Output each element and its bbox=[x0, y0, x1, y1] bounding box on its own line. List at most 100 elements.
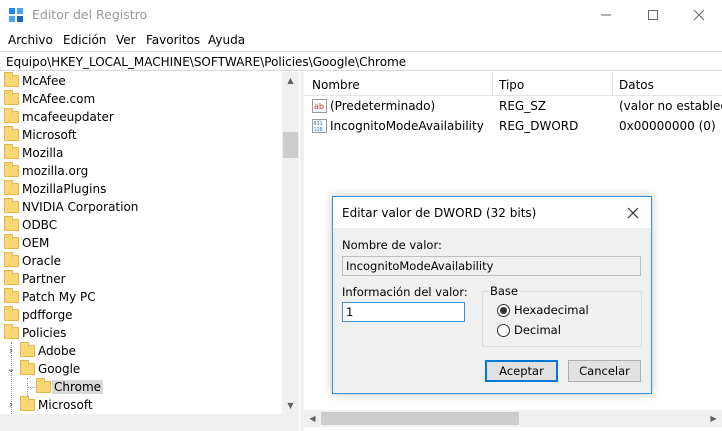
base-group-title: Base bbox=[488, 284, 521, 298]
table-row[interactable]: ab (Predeterminado) REG_SZ (valor no est… bbox=[304, 97, 722, 116]
value-name-label: Nombre de valor: bbox=[342, 238, 442, 252]
tree-item-label: Policies bbox=[22, 326, 67, 340]
minimize-button[interactable] bbox=[583, 0, 629, 30]
tree-item[interactable]: mozilla.org bbox=[0, 162, 282, 180]
maximize-button[interactable] bbox=[630, 0, 676, 30]
maximize-icon bbox=[648, 10, 658, 20]
table-row[interactable]: 011 110 IncognitoModeAvailability REG_DW… bbox=[304, 117, 722, 136]
column-header-data[interactable]: Datos bbox=[619, 78, 654, 92]
key-tree: McAfee McAfee.com mcafeeupdater Microsof… bbox=[0, 72, 300, 431]
scroll-right-icon[interactable]: ▶ bbox=[705, 410, 722, 427]
tree-item[interactable]: MozillaPlugins bbox=[0, 180, 282, 198]
scroll-thumb[interactable] bbox=[321, 412, 519, 425]
value-data-label: Información del valor: bbox=[342, 285, 468, 299]
value-type: REG_SZ bbox=[499, 99, 547, 113]
tree-item-policies[interactable]: Policies bbox=[0, 324, 282, 342]
address-bar[interactable]: Equipo\HKEY_LOCAL_MACHINE\SOFTWARE\Polic… bbox=[0, 51, 722, 71]
tree-item-adobe[interactable]: › Adobe bbox=[0, 342, 282, 360]
tree-item[interactable]: NVIDIA Corporation bbox=[0, 198, 282, 216]
binary-value-icon: 011 110 bbox=[312, 119, 327, 133]
close-icon[interactable] bbox=[625, 205, 641, 221]
menu-ver[interactable]: Ver bbox=[116, 33, 136, 47]
menu-ayuda[interactable]: Ayuda bbox=[208, 33, 245, 47]
tree-item-chrome[interactable]: Chrome bbox=[0, 378, 282, 396]
folder-icon bbox=[4, 126, 19, 141]
column-separator[interactable] bbox=[492, 72, 493, 96]
ok-button[interactable]: Aceptar bbox=[485, 360, 558, 382]
tree-vertical-scrollbar[interactable]: ▲ ▼ bbox=[282, 72, 299, 414]
hexadecimal-radio[interactable] bbox=[497, 304, 510, 317]
cancel-button[interactable]: Cancelar bbox=[568, 360, 641, 382]
scroll-thumb[interactable] bbox=[283, 132, 298, 158]
hexadecimal-label[interactable]: Hexadecimal bbox=[514, 303, 589, 317]
tree-item-label: Chrome bbox=[52, 380, 104, 394]
tree-item[interactable]: Oracle bbox=[0, 252, 282, 270]
chevron-right-icon[interactable]: › bbox=[5, 398, 17, 411]
tree-item-label: OEM bbox=[22, 236, 50, 250]
list-horizontal-scrollbar[interactable]: ◀ ▶ bbox=[304, 410, 722, 427]
scroll-up-icon[interactable]: ▲ bbox=[282, 72, 299, 89]
menu-favoritos[interactable]: Favoritos bbox=[146, 33, 200, 47]
minimize-icon bbox=[601, 14, 611, 16]
menu-edicion[interactable]: Edición bbox=[63, 33, 106, 47]
tree-item-label: NVIDIA Corporation bbox=[22, 200, 139, 214]
folder-icon bbox=[4, 144, 19, 159]
scroll-down-icon[interactable]: ▼ bbox=[282, 397, 299, 414]
tree-item-label: Partner bbox=[22, 272, 66, 286]
scroll-left-icon[interactable]: ◀ bbox=[304, 410, 321, 427]
tree-item[interactable]: Partner bbox=[0, 270, 282, 288]
base-groupbox bbox=[482, 291, 642, 347]
tree-item-label: mcafeeupdater bbox=[22, 110, 114, 124]
tree-item-label: ODBC bbox=[22, 218, 58, 232]
tree-item[interactable]: Mozilla bbox=[0, 144, 282, 162]
tree-item-label: Oracle bbox=[22, 254, 62, 268]
tree-item[interactable]: OEM bbox=[0, 234, 282, 252]
value-data: (valor no establecido) bbox=[619, 99, 722, 113]
column-header-name[interactable]: Nombre bbox=[312, 78, 360, 92]
column-separator[interactable] bbox=[612, 72, 613, 96]
window-title: Editor del Registro bbox=[32, 7, 148, 22]
decimal-radio[interactable] bbox=[497, 324, 510, 337]
tree-item[interactable]: ODBC bbox=[0, 216, 282, 234]
tree-item-label: McAfee.com bbox=[22, 92, 96, 106]
folder-icon bbox=[4, 90, 19, 105]
tree-item[interactable]: Microsoft bbox=[0, 126, 282, 144]
value-name: IncognitoModeAvailability bbox=[330, 119, 484, 133]
tree-item[interactable]: McAfee bbox=[0, 72, 282, 90]
tree-item-label: Google bbox=[38, 362, 81, 376]
value-name-field: IncognitoModeAvailability bbox=[342, 256, 641, 276]
chevron-right-icon[interactable]: › bbox=[5, 344, 17, 357]
folder-icon bbox=[20, 342, 35, 357]
folder-icon bbox=[20, 396, 35, 411]
tree-item[interactable]: Patch My PC bbox=[0, 288, 282, 306]
decimal-label[interactable]: Decimal bbox=[514, 323, 561, 337]
dialog-title: Editar valor de DWORD (32 bits) bbox=[342, 206, 537, 220]
folder-icon bbox=[4, 216, 19, 231]
list-header: Nombre Tipo Datos bbox=[304, 72, 722, 96]
title-bar: Editor del Registro bbox=[0, 0, 722, 30]
tree-item-label: Patch My PC bbox=[22, 290, 96, 304]
registry-editor-icon bbox=[9, 8, 23, 22]
close-button[interactable] bbox=[676, 0, 722, 30]
tree-horizontal-scrollbar[interactable] bbox=[0, 414, 299, 431]
menu-archivo[interactable]: Archivo bbox=[8, 33, 53, 47]
tree-item[interactable]: pdfforge bbox=[0, 306, 282, 324]
tree-item-label: MozillaPlugins bbox=[22, 182, 107, 196]
column-header-type[interactable]: Tipo bbox=[499, 78, 524, 92]
tree-item-microsoft-policies[interactable]: › Microsoft bbox=[0, 396, 282, 414]
folder-icon bbox=[4, 108, 19, 123]
value-data: 0x00000000 (0) bbox=[619, 119, 716, 133]
folder-icon bbox=[4, 198, 19, 213]
tree-item[interactable]: mcafeeupdater bbox=[0, 108, 282, 126]
folder-open-icon bbox=[36, 378, 51, 393]
value-type: REG_DWORD bbox=[499, 119, 579, 133]
string-value-icon: ab bbox=[312, 99, 327, 113]
tree-item-label: Microsoft bbox=[38, 398, 93, 412]
chevron-down-icon[interactable]: ⌄ bbox=[5, 362, 17, 375]
tree-item-google[interactable]: ⌄ Google bbox=[0, 360, 282, 378]
tree-item[interactable]: McAfee.com bbox=[0, 90, 282, 108]
svg-text:ab: ab bbox=[314, 102, 324, 111]
tree-item-label: Mozilla bbox=[22, 146, 64, 160]
value-data-input[interactable] bbox=[342, 302, 465, 322]
tree-item-label: mozilla.org bbox=[22, 164, 89, 178]
